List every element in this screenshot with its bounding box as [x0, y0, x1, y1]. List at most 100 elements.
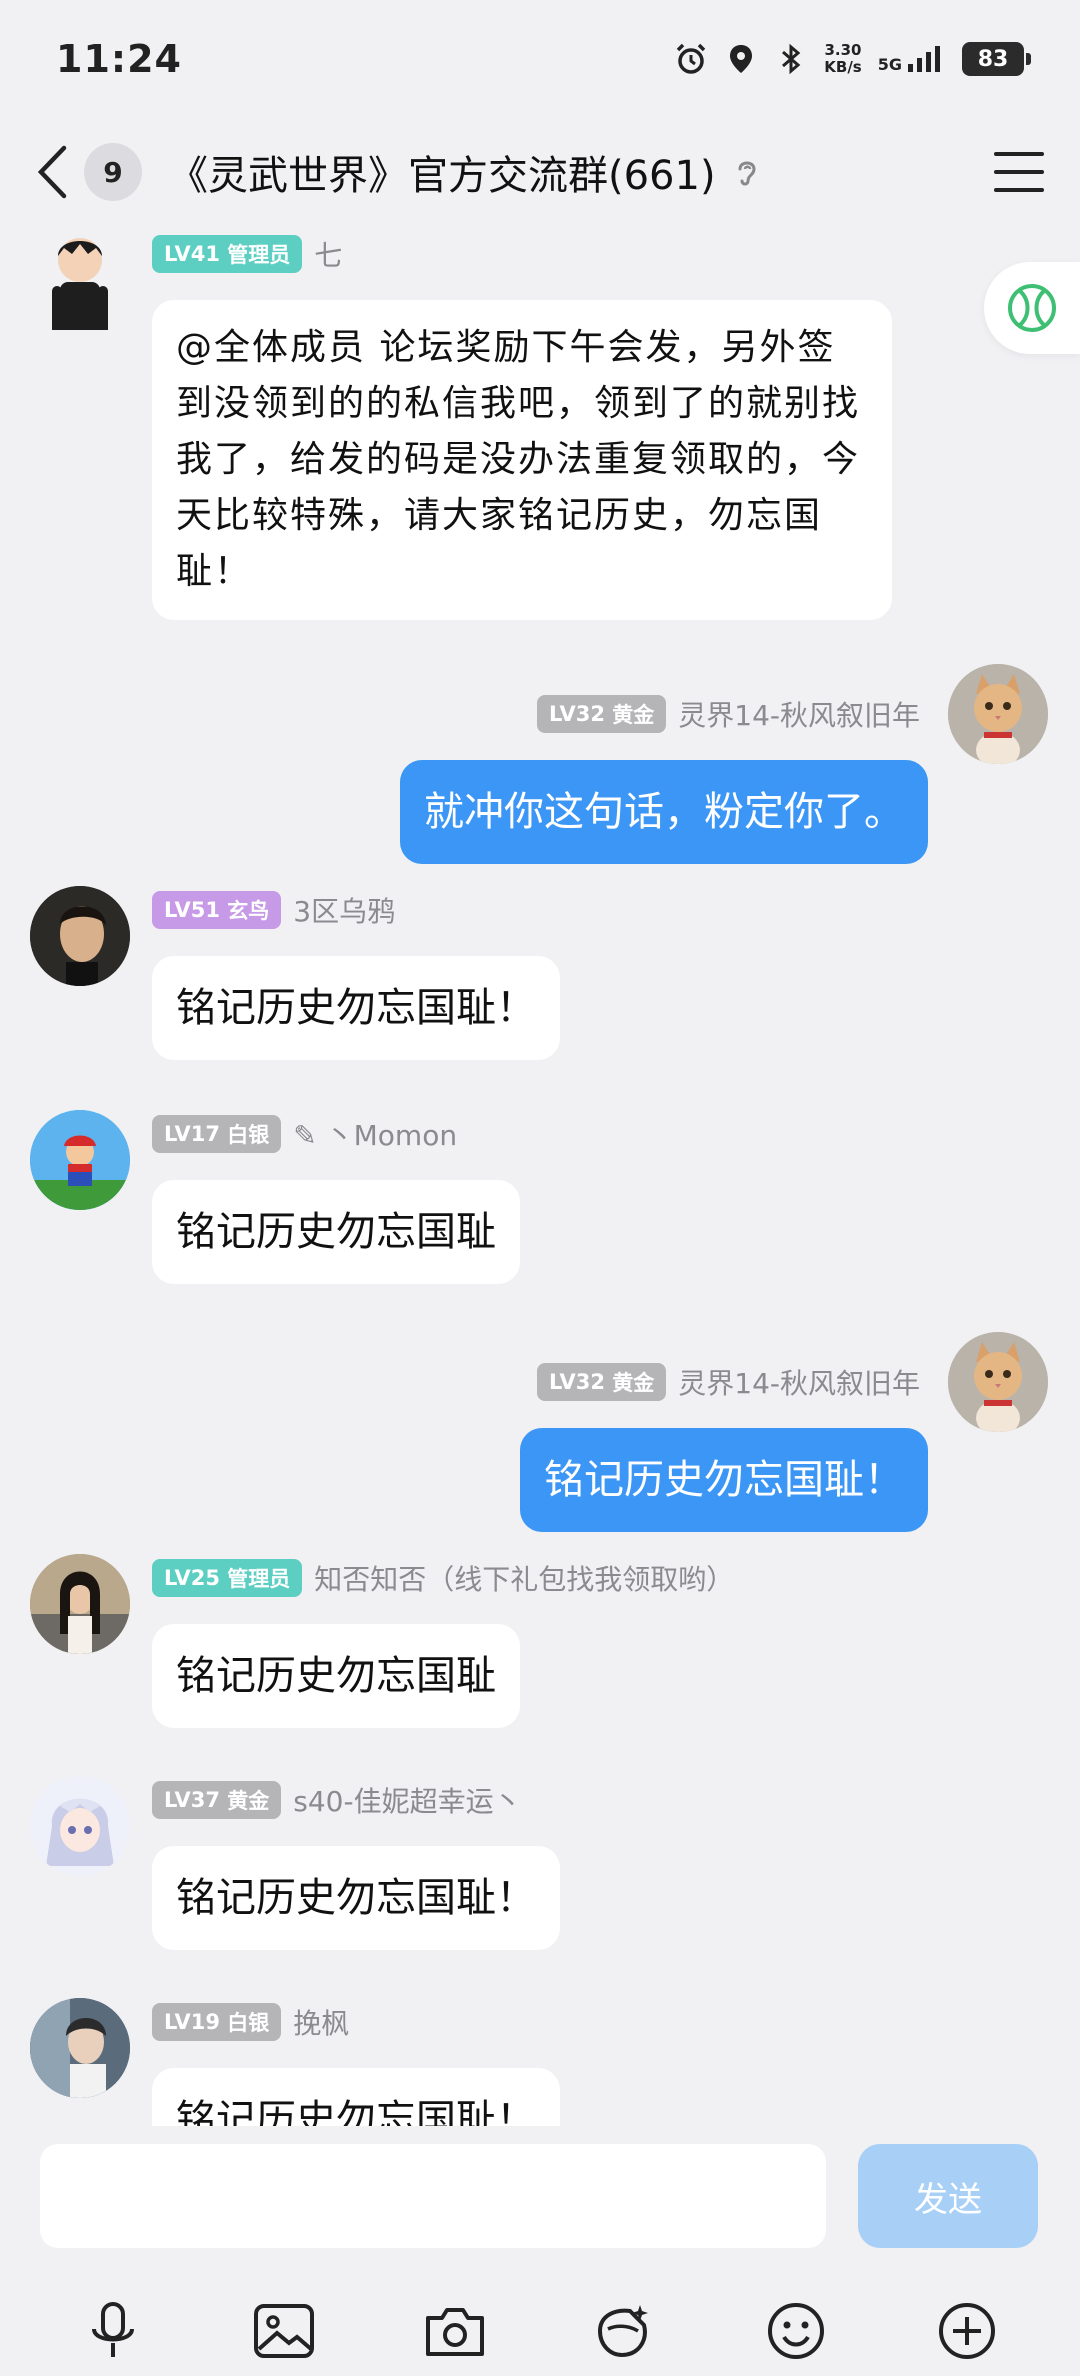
avatar[interactable] [30, 230, 130, 330]
message-bubble[interactable]: 铭记历史勿忘国耻！ [152, 956, 560, 1060]
message-meta: LV41 管理员 七 [152, 234, 342, 274]
location-icon [730, 45, 753, 73]
signal-group: 5G [878, 44, 946, 74]
role-text: 管理员 [227, 243, 291, 267]
level-badge: LV17 白银 [152, 1115, 282, 1153]
level-text: LV25 [164, 1566, 220, 1590]
avatar-image [30, 886, 130, 986]
level-text: LV32 [548, 1370, 605, 1394]
message-bubble[interactable]: @全体成员 论坛奖励下午会发，另外签到没领到的的私信我吧，领到了的就别找我了，给… [152, 300, 892, 620]
sender-name[interactable]: ✎ 丶Momon [293, 1114, 457, 1154]
menu-line [994, 152, 1044, 156]
sender-name[interactable]: s40-佳妮超幸运丶 [293, 1780, 521, 1820]
network-type: 5G [877, 55, 902, 74]
voice-button[interactable] [80, 2298, 146, 2364]
more-button[interactable] [934, 2298, 1000, 2364]
level-text: LV41 [164, 242, 220, 266]
message-bubble[interactable]: 铭记历史勿忘国耻！ [152, 1846, 560, 1950]
sender-name[interactable]: 挽枫 [293, 2002, 349, 2042]
network-speed-unit: KB/s [824, 58, 862, 76]
sticker-icon [598, 2305, 649, 2358]
message-meta: LV32 黄金 灵界14-秋风叙旧年 [536, 694, 920, 734]
sender-name[interactable]: 3区乌鸦 [293, 890, 395, 930]
message-input[interactable] [40, 2144, 826, 2248]
level-text: LV32 [548, 702, 605, 726]
message-meta: LV19 白银 挽枫 [152, 2002, 349, 2042]
avatar[interactable] [30, 1776, 130, 1876]
message-meta: LV17 白银 ✎ 丶Momon [152, 1114, 457, 1154]
emoji-button[interactable] [763, 2298, 829, 2364]
camera-icon [425, 2308, 484, 2356]
ear-icon[interactable] [730, 155, 764, 189]
level-badge: LV51 玄鸟 [152, 891, 282, 929]
tennis-ball-icon [1008, 284, 1056, 332]
avatar-image [30, 1776, 130, 1876]
sticker-button[interactable] [592, 2298, 658, 2364]
avatar[interactable] [30, 1998, 130, 2098]
message-meta: LV25 管理员 知否知否（线下礼包找我领取哟） [152, 1558, 734, 1598]
sender-name[interactable]: 七 [314, 234, 342, 274]
message-list[interactable]: LV41 管理员 七 @全体成员 论坛奖励下午会发，另外签到没领到的的私信我吧，… [0, 226, 1080, 2126]
level-text: LV51 [164, 898, 220, 922]
message-bubble[interactable]: 铭记历史勿忘国耻！ [520, 1428, 928, 1532]
role-text: 管理员 [227, 1567, 291, 1591]
avatar-image [30, 1998, 130, 2098]
avatar-image [52, 238, 108, 330]
image-button[interactable] [251, 2298, 317, 2364]
level-badge: LV32 黄金 [536, 1363, 667, 1401]
status-icons: 3.30 KB/s 5G 83 [674, 41, 1031, 76]
cat-avatar-image [948, 664, 1048, 764]
unread-count-badge[interactable]: 9 [84, 143, 142, 201]
level-badge: LV37 黄金 [152, 1781, 282, 1819]
menu-line [994, 170, 1044, 174]
microphone-icon [92, 2302, 135, 2357]
message-bubble[interactable]: 就冲你这句话，粉定你了。 [400, 760, 928, 864]
plus-icon [938, 2303, 995, 2359]
role-text: 白银 [227, 1123, 270, 1147]
level-badge: LV41 管理员 [152, 235, 303, 273]
cat-avatar-image [948, 1332, 1048, 1432]
back-button[interactable] [36, 142, 76, 202]
network-speed-value: 3.30 [824, 41, 862, 59]
avatar-image [30, 1554, 130, 1654]
role-text: 黄金 [227, 1789, 270, 1813]
status-time: 11:24 [56, 37, 182, 81]
signal-icon [908, 46, 940, 72]
menu-line [994, 188, 1044, 192]
sender-name[interactable]: 知否知否（线下礼包找我领取哟） [314, 1558, 734, 1598]
alarm-icon [677, 43, 706, 74]
status-bar: 11:24 3.30 KB/s 5G 83 [0, 0, 1080, 118]
group-title[interactable]: 《灵武世界》官方交流群(661) [168, 143, 716, 201]
message-bubble[interactable]: 铭记历史勿忘国耻！ [152, 2068, 560, 2126]
role-text: 黄金 [612, 703, 655, 727]
avatar-image [30, 1110, 130, 1210]
sender-name[interactable]: 灵界14-秋风叙旧年 [678, 694, 920, 734]
message-bubble[interactable]: 铭记历史勿忘国耻 [152, 1624, 520, 1728]
level-badge: LV25 管理员 [152, 1559, 303, 1597]
message-meta: LV51 玄鸟 3区乌鸦 [152, 890, 395, 930]
avatar[interactable] [30, 886, 130, 986]
message-meta: LV32 黄金 灵界14-秋风叙旧年 [536, 1362, 920, 1402]
avatar[interactable] [30, 1554, 130, 1654]
level-badge: LV32 黄金 [536, 695, 667, 733]
image-icon [253, 2304, 314, 2358]
battery-indicator: 83 [962, 42, 1031, 76]
level-text: LV17 [164, 1122, 220, 1146]
sender-name[interactable]: 灵界14-秋风叙旧年 [678, 1362, 920, 1402]
avatar[interactable] [948, 1332, 1048, 1432]
avatar[interactable] [30, 1110, 130, 1210]
menu-button[interactable] [994, 152, 1044, 192]
send-button[interactable]: 发送 [858, 2144, 1038, 2248]
camera-button[interactable] [422, 2298, 488, 2364]
avatar[interactable] [948, 664, 1048, 764]
role-text: 白银 [227, 2011, 270, 2035]
input-area: 发送 [0, 2126, 1080, 2376]
message-bubble[interactable]: 铭记历史勿忘国耻 [152, 1180, 520, 1284]
role-text: 玄鸟 [227, 899, 270, 923]
chevron-left-icon [37, 145, 67, 199]
bluetooth-icon [782, 43, 801, 75]
floating-tennis-ball-button[interactable] [984, 262, 1080, 354]
level-text: LV37 [164, 1788, 220, 1812]
level-badge: LV19 白银 [152, 2003, 282, 2041]
role-text: 黄金 [612, 1371, 655, 1395]
